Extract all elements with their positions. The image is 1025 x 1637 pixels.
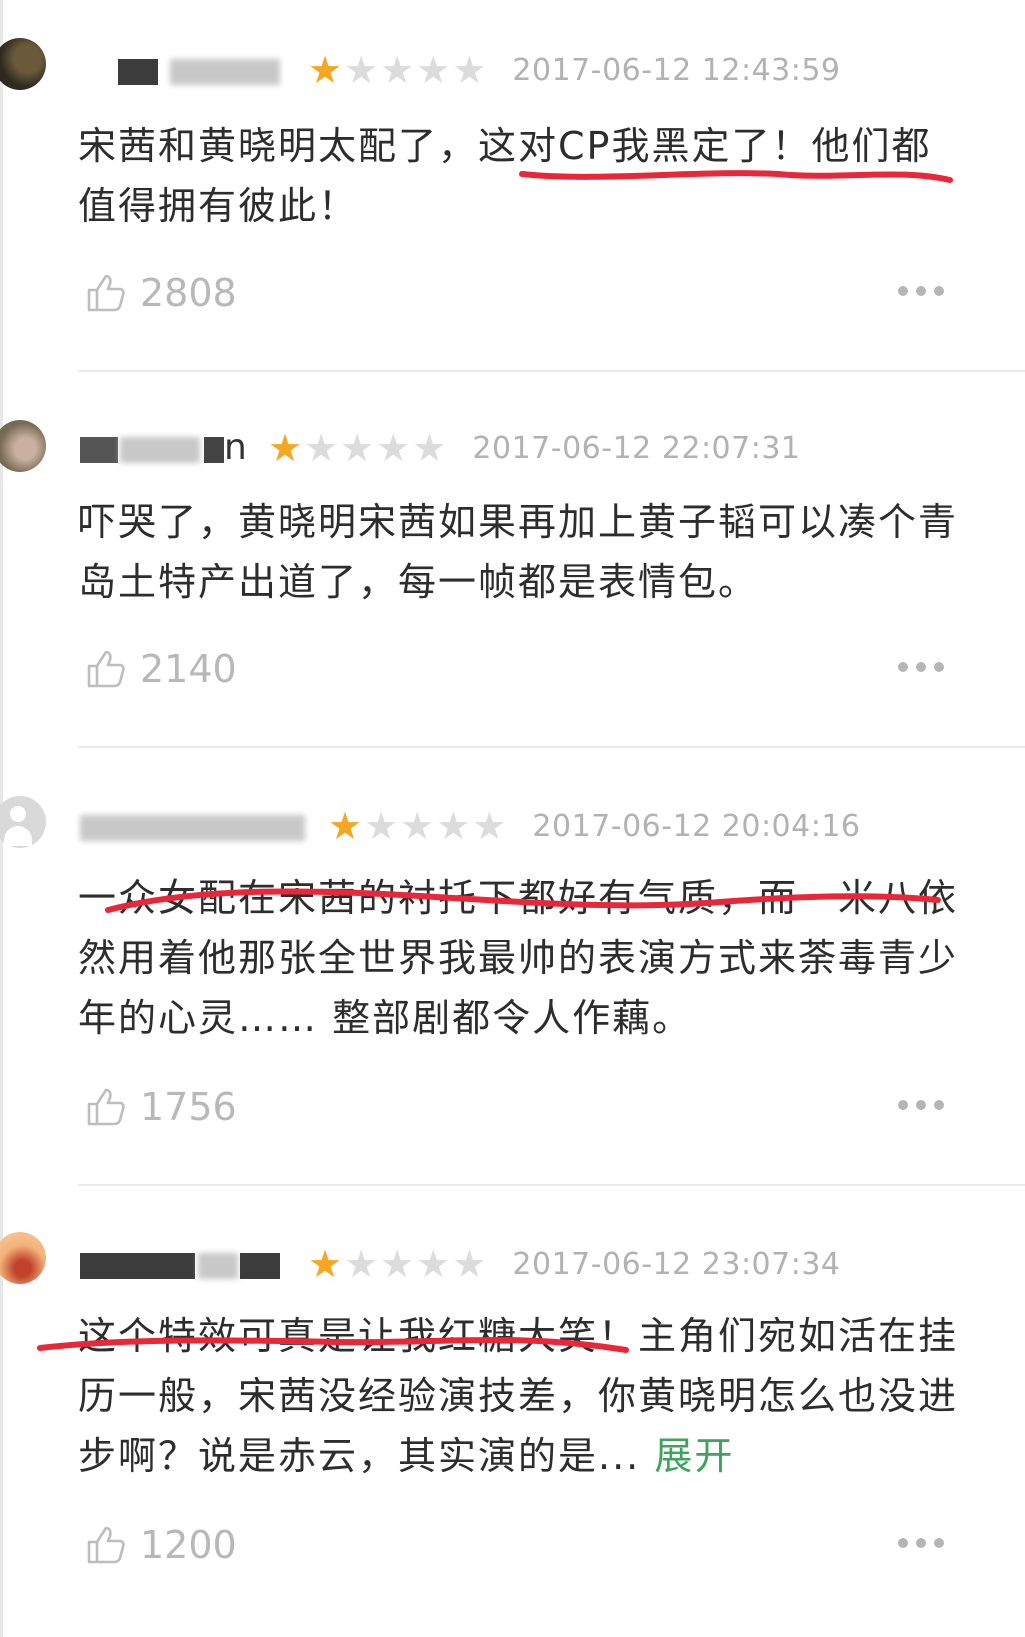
review-header: ★ ★ ★ ★ ★ 2017-06-12 23:07:34 xyxy=(80,1244,841,1284)
review-timestamp: 2017-06-12 23:07:34 xyxy=(512,1246,841,1282)
divider xyxy=(78,370,1025,372)
more-dots-icon[interactable] xyxy=(898,662,944,672)
star-icon: ★ xyxy=(328,804,363,848)
username[interactable]: n xyxy=(80,427,250,468)
star-icon: ★ xyxy=(400,804,435,848)
star-icon: ★ xyxy=(304,426,339,470)
avatar[interactable] xyxy=(0,38,46,90)
review-text-body: 这个特效可真是让我红糖大笑！主角们宛如活在挂历一般，宋茜没经验演技差，你黄晓明怎… xyxy=(78,1314,959,1478)
star-icon: ★ xyxy=(416,48,451,92)
star-icon: ★ xyxy=(380,1242,415,1286)
more-dots-icon[interactable] xyxy=(898,1538,944,1548)
more-dots-icon[interactable] xyxy=(898,1100,944,1110)
more-dots-icon[interactable] xyxy=(898,286,944,296)
review-header: n ★ ★ ★ ★ ★ 2017-06-12 22:07:31 xyxy=(80,427,801,468)
avatar[interactable] xyxy=(0,420,46,472)
star-icon: ★ xyxy=(344,1242,379,1286)
avatar[interactable] xyxy=(0,796,46,848)
like-count: 2808 xyxy=(140,271,237,315)
star-icon: ★ xyxy=(472,804,507,848)
like-count: 1200 xyxy=(140,1523,237,1567)
username[interactable] xyxy=(80,1247,290,1281)
star-icon: ★ xyxy=(268,426,303,470)
review-actions: 2808 xyxy=(84,268,944,318)
divider xyxy=(78,746,1025,748)
rating-stars: ★ ★ ★ ★ ★ xyxy=(328,806,508,846)
username[interactable] xyxy=(80,809,310,843)
review-actions: 1200 xyxy=(84,1520,944,1570)
star-icon: ★ xyxy=(436,804,471,848)
like-count: 2140 xyxy=(140,647,237,691)
review-actions: 1756 xyxy=(84,1082,944,1132)
review-header: ★ ★ ★ ★ ★ 2017-06-12 12:43:59 xyxy=(80,50,841,90)
divider xyxy=(78,1184,1025,1186)
thumbs-up-icon[interactable] xyxy=(84,272,126,314)
review-text: 这个特效可真是让我红糖大笑！主角们宛如活在挂历一般，宋茜没经验演技差，你黄晓明怎… xyxy=(78,1306,958,1486)
review-header: ★ ★ ★ ★ ★ 2017-06-12 20:04:16 xyxy=(80,806,861,846)
star-icon: ★ xyxy=(452,48,487,92)
avatar[interactable] xyxy=(0,1232,46,1284)
star-icon: ★ xyxy=(308,48,343,92)
expand-link[interactable]: 展开 xyxy=(654,1434,734,1478)
review-actions: 2140 xyxy=(84,644,944,694)
review-timestamp: 2017-06-12 20:04:16 xyxy=(532,808,861,844)
star-icon: ★ xyxy=(416,1242,451,1286)
username[interactable] xyxy=(80,53,290,87)
review-text: 吓哭了，黄晓明宋茜如果再加上黄子韬可以凑个青岛土特产出道了，每一帧都是表情包。 xyxy=(78,500,959,604)
review-text: 一众女配在宋茜的衬托下都好有气质，而一米八依然用着他那张全世界我最帅的表演方式来… xyxy=(78,876,959,1040)
thumbs-up-icon[interactable] xyxy=(84,1524,126,1566)
rating-stars: ★ ★ ★ ★ ★ xyxy=(268,428,448,468)
star-icon: ★ xyxy=(344,48,379,92)
rating-stars: ★ ★ ★ ★ ★ xyxy=(308,50,488,90)
thumbs-up-icon[interactable] xyxy=(84,1086,126,1128)
star-icon: ★ xyxy=(412,426,447,470)
star-icon: ★ xyxy=(364,804,399,848)
star-icon: ★ xyxy=(452,1242,487,1286)
star-icon: ★ xyxy=(376,426,411,470)
thumbs-up-icon[interactable] xyxy=(84,648,126,690)
rating-stars: ★ ★ ★ ★ ★ xyxy=(308,1244,488,1284)
review-timestamp: 2017-06-12 12:43:59 xyxy=(512,52,841,88)
review-text: 宋茜和黄晓明太配了，这对CP我黑定了！他们都值得拥有彼此！ xyxy=(78,124,932,228)
star-icon: ★ xyxy=(340,426,375,470)
star-icon: ★ xyxy=(380,48,415,92)
star-icon: ★ xyxy=(308,1242,343,1286)
like-count: 1756 xyxy=(140,1085,237,1129)
review-timestamp: 2017-06-12 22:07:31 xyxy=(472,430,801,466)
